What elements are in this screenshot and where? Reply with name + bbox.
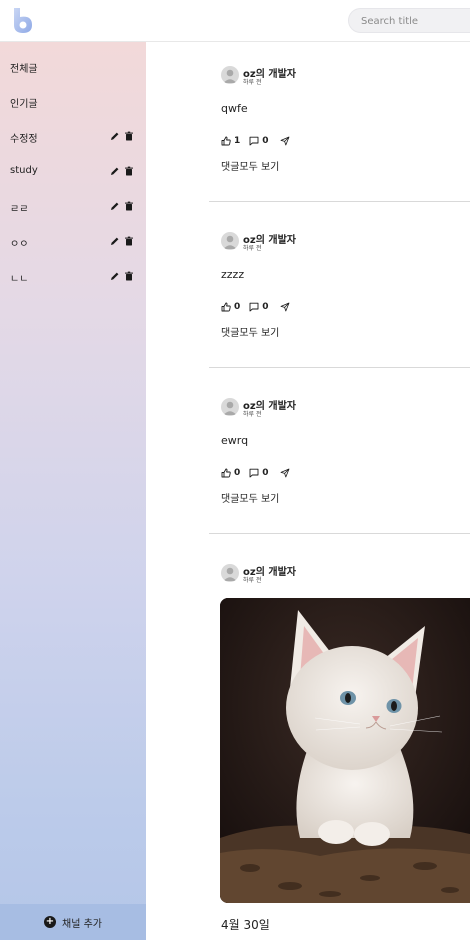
post-card: oz의 개발자 하루 전 ewrq 0 0 댓글모두 보기 bbox=[209, 394, 470, 534]
post-actions: 0 0 bbox=[221, 301, 290, 313]
plus-circle-icon: + bbox=[44, 916, 56, 928]
sidebar-item-label: study bbox=[10, 165, 38, 176]
sidebar-item-channel[interactable]: ㅇㅇ bbox=[0, 229, 146, 255]
post-divider bbox=[209, 367, 470, 368]
sidebar-item-label: ㄴㄴ bbox=[10, 274, 29, 285]
post-time: 하루 전 bbox=[243, 245, 262, 252]
sidebar-item-label: 전체글 bbox=[10, 64, 38, 75]
comment-icon[interactable] bbox=[249, 468, 259, 478]
post-author[interactable]: oz의 개발자 하루 전 bbox=[221, 562, 441, 584]
sidebar-item-label: ㄹㄹ bbox=[10, 204, 29, 215]
add-channel-button[interactable]: + 채널 추가 bbox=[0, 904, 146, 940]
sidebar-item-all[interactable]: 전체글 bbox=[0, 54, 146, 80]
post-divider bbox=[209, 533, 470, 534]
sidebar-item-channel[interactable]: ㄴㄴ bbox=[0, 264, 146, 290]
post-time: 하루 전 bbox=[243, 577, 262, 584]
post-date: 4월 30일 bbox=[221, 918, 270, 932]
trash-icon[interactable] bbox=[124, 166, 134, 176]
trash-icon[interactable] bbox=[124, 236, 134, 246]
thumbs-up-icon[interactable] bbox=[221, 136, 231, 146]
post-author[interactable]: oz의 개발자 하루 전 bbox=[221, 64, 441, 86]
send-icon[interactable] bbox=[280, 468, 290, 478]
post-content: zzzz bbox=[221, 268, 245, 281]
comment-icon[interactable] bbox=[249, 136, 259, 146]
view-all-comments-link[interactable]: 댓글모두 보기 bbox=[221, 490, 279, 505]
pencil-icon[interactable] bbox=[110, 201, 120, 211]
avatar bbox=[221, 398, 239, 416]
post-actions: 0 0 bbox=[221, 467, 290, 479]
post-card: oz의 개발자 하루 전 zzzz 0 0 댓글모두 보기 bbox=[209, 228, 470, 368]
trash-icon[interactable] bbox=[124, 271, 134, 281]
post-card: oz의 개발자 하루 전 bbox=[209, 560, 470, 600]
thumbs-up-icon[interactable] bbox=[221, 468, 231, 478]
avatar bbox=[221, 564, 239, 582]
like-count: 0 bbox=[234, 302, 241, 312]
view-all-comments-link[interactable]: 댓글모두 보기 bbox=[221, 158, 279, 173]
avatar bbox=[221, 232, 239, 250]
top-bar bbox=[0, 0, 470, 42]
search-box[interactable] bbox=[348, 8, 470, 33]
blog-logo-icon[interactable] bbox=[12, 7, 34, 34]
search-input[interactable] bbox=[349, 10, 470, 33]
kitten-photo[interactable] bbox=[220, 598, 470, 903]
like-count: 1 bbox=[234, 136, 241, 146]
avatar bbox=[221, 66, 239, 84]
pencil-icon[interactable] bbox=[110, 131, 120, 141]
pencil-icon[interactable] bbox=[110, 271, 120, 281]
sidebar-item-channel[interactable]: ㄹㄹ bbox=[0, 194, 146, 220]
comment-count: 0 bbox=[262, 136, 269, 146]
send-icon[interactable] bbox=[280, 136, 290, 146]
post-actions: 1 0 bbox=[221, 135, 290, 147]
sidebar-item-channel[interactable]: 수정정 bbox=[0, 124, 146, 150]
thumbs-up-icon[interactable] bbox=[221, 302, 231, 312]
sidebar-item-popular[interactable]: 인기글 bbox=[0, 89, 146, 115]
view-all-comments-link[interactable]: 댓글모두 보기 bbox=[221, 324, 279, 339]
sidebar-item-channel[interactable]: study bbox=[0, 159, 146, 185]
sidebar: 전체글 인기글 수정정 study ㄹㄹ ㅇㅇ ㄴㄴ + 채널 추가 bbox=[0, 42, 146, 940]
post-divider bbox=[209, 201, 470, 202]
post-author[interactable]: oz의 개발자 하루 전 bbox=[221, 396, 441, 418]
post-content: qwfe bbox=[221, 102, 248, 115]
post-content: ewrq bbox=[221, 434, 249, 447]
like-count: 0 bbox=[234, 468, 241, 478]
comment-icon[interactable] bbox=[249, 302, 259, 312]
post-author[interactable]: oz의 개발자 하루 전 bbox=[221, 230, 441, 252]
sidebar-item-label: 수정정 bbox=[10, 134, 38, 145]
comment-count: 0 bbox=[262, 468, 269, 478]
post-time: 하루 전 bbox=[243, 79, 262, 86]
post-card: oz의 개발자 하루 전 qwfe 1 0 댓글모두 보기 bbox=[209, 62, 470, 202]
sidebar-item-label: 인기글 bbox=[10, 99, 38, 110]
sidebar-item-label: ㅇㅇ bbox=[10, 239, 29, 250]
pencil-icon[interactable] bbox=[110, 166, 120, 176]
pencil-icon[interactable] bbox=[110, 236, 120, 246]
post-time: 하루 전 bbox=[243, 411, 262, 418]
trash-icon[interactable] bbox=[124, 201, 134, 211]
send-icon[interactable] bbox=[280, 302, 290, 312]
trash-icon[interactable] bbox=[124, 131, 134, 141]
add-channel-label: 채널 추가 bbox=[62, 918, 102, 930]
comment-count: 0 bbox=[262, 302, 269, 312]
